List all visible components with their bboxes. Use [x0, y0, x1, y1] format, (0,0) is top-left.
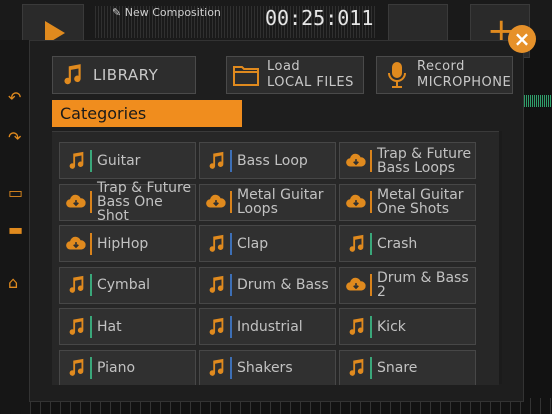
category-bass-loop[interactable]: Bass Loop	[199, 142, 336, 179]
category-divider	[230, 232, 232, 255]
category-label: Hat	[97, 318, 122, 335]
category-label: Clap	[237, 235, 269, 252]
category-divider	[90, 149, 92, 172]
cloud-download-icon	[345, 274, 367, 296]
category-divider	[90, 232, 92, 255]
composition-name: New Composition	[124, 6, 221, 19]
category-divider	[230, 274, 232, 296]
category-crash[interactable]: Crash	[339, 225, 476, 262]
music-note-icon	[205, 233, 227, 255]
cloud-download-icon	[65, 191, 87, 213]
local-files-label: LOCAL FILES	[267, 75, 354, 90]
category-trap-future-bass-one-shot[interactable]: Trap & Future Bass One Shot	[59, 180, 196, 224]
category-label: Drum & Bass 2	[377, 270, 469, 300]
category-hiphop[interactable]: HipHop	[59, 225, 196, 262]
category-label: Kick	[377, 318, 406, 335]
category-label: Trap & Future Bass Loops	[377, 145, 472, 176]
category-divider	[370, 315, 372, 338]
music-note-icon	[205, 150, 227, 172]
microphone-label: MICROPHONE	[417, 75, 512, 90]
category-drum-bass[interactable]: Drum & Bass	[199, 266, 336, 304]
library-label: LIBRARY	[93, 66, 159, 84]
category-label: Guitar	[97, 152, 141, 169]
category-label: Piano	[97, 360, 136, 376]
undo-icon[interactable]: ↶	[8, 90, 24, 106]
category-piano[interactable]: Piano	[59, 349, 196, 385]
category-divider	[90, 191, 92, 213]
category-metal-guitar-loops[interactable]: Metal Guitar Loops	[199, 183, 336, 221]
category-hat[interactable]: Hat	[59, 308, 196, 345]
category-cymbal[interactable]: Cymbal	[59, 266, 196, 304]
library-button[interactable]: LIBRARY	[52, 56, 196, 94]
category-label: Snare	[377, 360, 418, 376]
category-divider	[230, 357, 232, 379]
category-label: Drum & Bass	[237, 277, 329, 293]
folder-icon	[233, 66, 259, 86]
category-shakers[interactable]: Shakers	[199, 349, 336, 385]
music-note-icon	[345, 233, 367, 255]
cloud-download-icon	[345, 150, 367, 172]
scrollbar[interactable]	[499, 131, 502, 384]
music-note-icon	[65, 274, 87, 296]
category-divider	[370, 357, 372, 379]
sidebar: ↶ ↷ ▭ ▬ ⌂	[0, 40, 30, 414]
redo-icon[interactable]: ↷	[8, 130, 24, 146]
category-divider	[90, 274, 92, 296]
categories-grid: Guitar Bass Loop Trap & Future Bass Loops T…	[52, 131, 499, 385]
category-trap-future-bass-loops[interactable]: Trap & Future Bass Loops	[339, 142, 476, 179]
music-note-icon	[345, 316, 367, 338]
category-label: Trap & Future Bass One Shot	[97, 180, 192, 224]
category-metal-guitar-one-shots[interactable]: Metal Guitar One Shots	[339, 183, 476, 221]
category-divider	[90, 315, 92, 338]
category-label: Industrial	[237, 318, 303, 335]
category-label: Shakers	[237, 360, 293, 376]
folder-icon[interactable]: ▬	[8, 222, 24, 238]
load-label: Load	[267, 59, 301, 74]
category-divider	[370, 274, 372, 296]
category-label: Crash	[377, 235, 418, 252]
category-label: Metal Guitar Loops	[237, 187, 324, 217]
time-display: 00:25:011	[265, 6, 374, 30]
music-note-icon	[65, 316, 87, 338]
categories-header: Categories	[52, 100, 242, 127]
category-divider	[230, 315, 232, 338]
category-divider	[230, 191, 232, 213]
music-note-icon	[65, 150, 87, 172]
pencil-icon: ✎	[112, 6, 125, 19]
record-label: Record	[417, 59, 465, 74]
composition-title[interactable]: ✎ New Composition	[112, 6, 221, 19]
cloud-download-icon	[65, 233, 87, 255]
file-icon[interactable]: ▭	[8, 185, 24, 201]
category-divider	[370, 149, 372, 172]
category-clap[interactable]: Clap	[199, 225, 336, 262]
category-label: Metal Guitar One Shots	[377, 187, 464, 217]
music-note-icon	[345, 357, 367, 379]
category-drum-bass-2[interactable]: Drum & Bass 2	[339, 266, 476, 304]
music-note-icon	[65, 357, 87, 379]
load-local-files-button[interactable]: Load LOCAL FILES	[226, 56, 364, 94]
cloud-download-icon	[345, 191, 367, 213]
category-divider	[90, 357, 92, 379]
music-note-icon	[205, 357, 227, 379]
category-guitar[interactable]: Guitar	[59, 142, 196, 179]
music-note-icon	[205, 274, 227, 296]
category-label: Bass Loop	[237, 152, 308, 169]
close-icon: ×	[513, 27, 531, 51]
category-label: HipHop	[97, 235, 149, 252]
category-divider	[230, 149, 232, 172]
record-microphone-button[interactable]: Record MICROPHONE	[376, 56, 513, 94]
cloud-download-icon	[205, 191, 227, 213]
category-industrial[interactable]: Industrial	[199, 308, 336, 345]
microphone-icon	[388, 62, 406, 88]
category-divider	[370, 191, 372, 213]
close-button[interactable]: ×	[508, 25, 536, 53]
category-snare[interactable]: Snare	[339, 349, 476, 385]
music-note-icon	[205, 316, 227, 338]
home-icon[interactable]: ⌂	[8, 275, 24, 291]
category-label: Cymbal	[97, 277, 151, 293]
category-divider	[370, 232, 372, 255]
music-note-icon	[64, 64, 81, 85]
category-kick[interactable]: Kick	[339, 308, 476, 345]
